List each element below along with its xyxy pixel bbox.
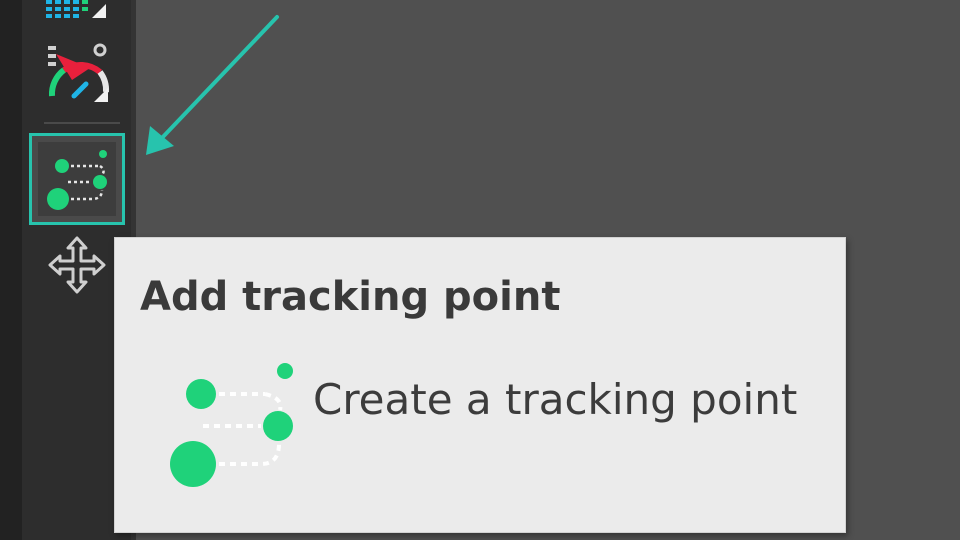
tooltip-title: Add tracking point — [140, 274, 561, 320]
tracking-point-icon — [47, 150, 107, 210]
window-left-edge — [0, 0, 22, 540]
move-arrows-icon[interactable] — [46, 234, 108, 296]
speedometer-icon[interactable] — [44, 40, 116, 106]
tracking-point-icon — [170, 363, 293, 487]
app-window: Add tracking point Create a tracking poi… — [0, 0, 960, 540]
tool-tooltip: Add tracking point Create a tracking poi… — [114, 237, 846, 533]
tooltip-description: Create a tracking point — [313, 375, 798, 424]
toolbar-separator — [44, 122, 120, 124]
tracking-point-tool-button[interactable] — [29, 133, 125, 225]
grid-chart-icon[interactable] — [44, 0, 114, 22]
